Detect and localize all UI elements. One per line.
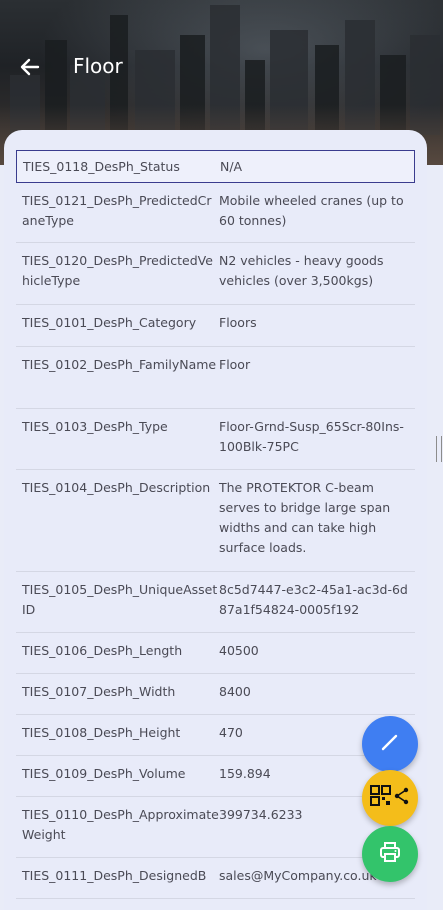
property-row-volume[interactable]: TIES_0109_DesPh_Volume 159.894 bbox=[16, 756, 415, 797]
property-key: TIES_0101_DesPh_Category bbox=[22, 315, 197, 330]
property-row-crane-type[interactable]: TIES_0121_DesPh_PredictedCraneType Mobil… bbox=[16, 183, 415, 243]
property-value: N2 vehicles - heavy goods vehicles (over… bbox=[219, 253, 384, 288]
property-key: TIES_0106_DesPh_Length bbox=[22, 643, 183, 658]
property-row-approximate-weight[interactable]: TIES_0110_DesPh_ApproximateWeight 399734… bbox=[16, 797, 415, 858]
property-row-unique-asset-id[interactable]: TIES_0105_DesPh_UniqueAssetID 8c5d7447-e… bbox=[16, 572, 415, 633]
page-title: Floor bbox=[73, 54, 123, 78]
property-row-height[interactable]: TIES_0108_DesPh_Height 470 bbox=[16, 715, 415, 756]
property-value: 40500 bbox=[219, 643, 259, 658]
property-key: TIES_0107_DesPh_Width bbox=[22, 684, 176, 699]
property-key: TIES_0118_DesPh_Status bbox=[23, 159, 180, 174]
property-row-designed-by[interactable]: TIES_0111_DesPh_DesignedB sales@MyCompan… bbox=[16, 858, 415, 899]
property-row-length[interactable]: TIES_0106_DesPh_Length 40500 bbox=[16, 633, 415, 674]
property-key: TIES_0105_DesPh_UniqueAssetID bbox=[22, 582, 218, 617]
property-value: 8c5d7447-e3c2-45a1-ac3d-6d87a1f54824-000… bbox=[219, 582, 408, 617]
property-value: Floors bbox=[219, 315, 257, 330]
property-key: TIES_0104_DesPh_Description bbox=[22, 480, 211, 495]
property-key: TIES_0109_DesPh_Volume bbox=[22, 766, 186, 781]
property-key: TIES_0103_DesPh_Type bbox=[22, 419, 168, 434]
qr-share-icon bbox=[370, 783, 410, 813]
print-fab-button[interactable] bbox=[362, 826, 418, 882]
property-value: N/A bbox=[220, 159, 243, 174]
property-row-type[interactable]: TIES_0103_DesPh_Type Floor-Grnd-Susp_65S… bbox=[16, 409, 415, 470]
property-key: TIES_0120_DesPh_PredictedVehicleType bbox=[22, 253, 213, 288]
property-row-description[interactable]: TIES_0104_DesPh_Description The PROTEKTO… bbox=[16, 470, 415, 572]
printer-icon bbox=[378, 840, 402, 868]
property-row-status[interactable]: TIES_0118_DesPh_Status N/A bbox=[16, 150, 415, 183]
property-key: TIES_0102_DesPh_FamilyName bbox=[22, 357, 217, 372]
share-fab-button[interactable] bbox=[362, 770, 418, 826]
property-value: Floor-Grnd-Susp_65Scr-80Ins-100Blk-75PC bbox=[219, 419, 404, 454]
property-row-family-name[interactable]: TIES_0102_DesPh_FamilyName Floor bbox=[16, 347, 415, 409]
property-key: TIES_0110_DesPh_ApproximateWeight bbox=[22, 807, 219, 842]
property-key: TIES_0111_DesPh_DesignedB bbox=[22, 868, 207, 883]
property-value: Mobile wheeled cranes (up to 60 tonnes) bbox=[219, 193, 404, 228]
property-value: 8400 bbox=[219, 684, 251, 699]
property-key: TIES_0108_DesPh_Height bbox=[22, 725, 181, 740]
property-row-category[interactable]: TIES_0101_DesPh_Category Floors bbox=[16, 305, 415, 347]
property-key: TIES_0121_DesPh_PredictedCraneType bbox=[22, 193, 212, 228]
property-value: Floor bbox=[219, 357, 251, 372]
edit-fab-button[interactable] bbox=[362, 716, 418, 772]
property-row-width[interactable]: TIES_0107_DesPh_Width 8400 bbox=[16, 674, 415, 715]
back-arrow-icon[interactable] bbox=[18, 55, 42, 79]
property-row-vehicle-type[interactable]: TIES_0120_DesPh_PredictedVehicleType N2 … bbox=[16, 243, 415, 305]
property-value: The PROTEKTOR C-beam serves to bridge la… bbox=[219, 480, 391, 555]
pencil-icon bbox=[378, 730, 402, 758]
properties-list: TIES_0118_DesPh_Status N/A TIES_0121_Des… bbox=[16, 150, 415, 899]
scroll-handle[interactable] bbox=[436, 436, 442, 462]
